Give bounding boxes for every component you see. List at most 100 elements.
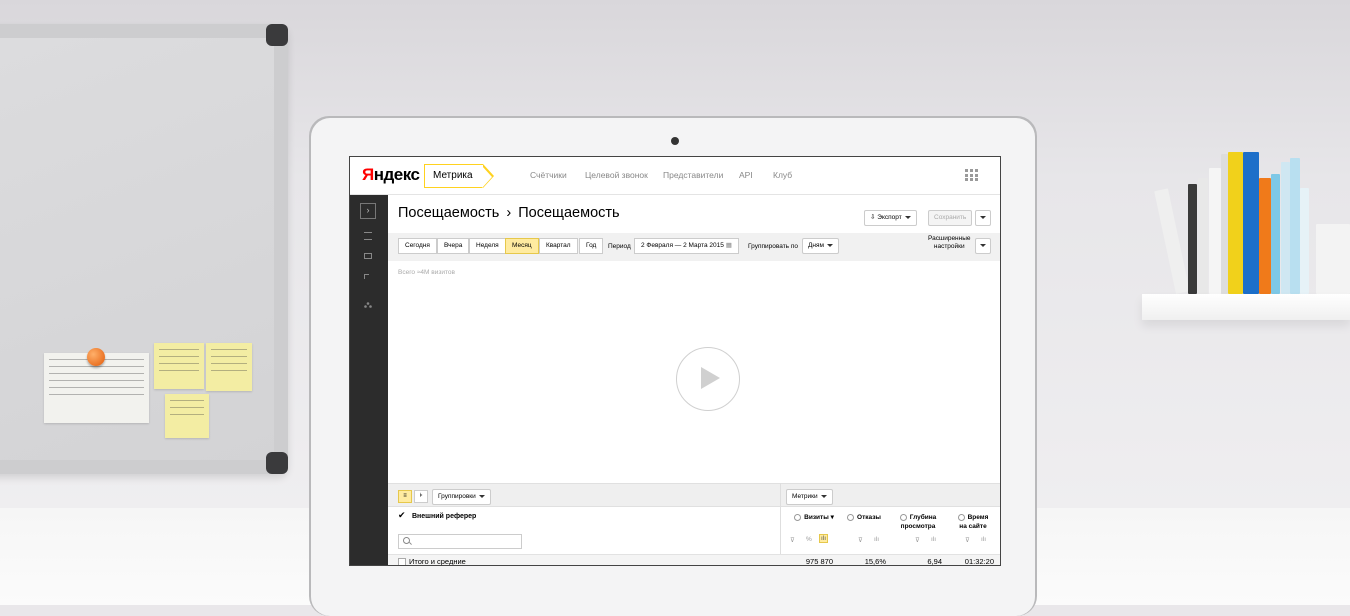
book <box>1198 178 1208 294</box>
magnet <box>87 348 105 366</box>
total-bounces: 15,6% <box>864 557 886 566</box>
yandex-logo[interactable]: Яндекс <box>362 165 420 185</box>
column-visits[interactable]: Визиты ▾ <box>790 513 838 522</box>
column-bounces-label: Отказы <box>857 514 881 521</box>
filter-bar: Сегодня Вчера Неделя Месяц Квартал Год П… <box>388 233 1000 261</box>
column-time[interactable]: Время на сайте <box>950 513 996 531</box>
chart-area: Всего ≈4М визитов <box>388 261 1000 483</box>
group-by-value: Дням <box>808 242 824 249</box>
save-menu-button[interactable] <box>975 210 991 226</box>
column-time-label-1: Время <box>967 514 989 521</box>
period-month[interactable]: Месяц <box>505 238 539 254</box>
total-row-label: Итого и средние <box>409 557 466 566</box>
advanced-settings-line1: Расширенные <box>928 235 971 242</box>
book <box>1300 188 1309 294</box>
filter-icon[interactable]: ⊽ <box>858 536 863 544</box>
people-icon[interactable] <box>364 295 372 308</box>
book <box>1243 152 1259 294</box>
export-button[interactable]: ⇩ Экспорт <box>864 210 917 226</box>
search-icon <box>403 537 410 544</box>
book <box>1281 162 1290 294</box>
book <box>1188 184 1197 294</box>
laptop-screen: Яндекс Метрика Счётчики Целевой звонок П… <box>349 156 1001 566</box>
group-by-select[interactable]: Дням <box>802 238 839 254</box>
filter-icon[interactable]: ⊽ <box>790 536 795 544</box>
play-icon[interactable] <box>676 347 740 411</box>
nav-representatives[interactable]: Представители <box>663 170 723 180</box>
advanced-settings-toggle[interactable] <box>975 238 991 254</box>
sort-desc-icon: ▾ <box>830 514 834 521</box>
period-label: Период <box>608 243 631 250</box>
metrics-button[interactable]: Метрики <box>786 489 833 505</box>
date-range-picker[interactable]: 2 Февраля — 2 Марта 2015 ▦ <box>634 238 739 254</box>
book <box>1290 158 1300 294</box>
row-checkbox[interactable] <box>398 558 406 565</box>
info-icon <box>899 513 907 521</box>
nav-club[interactable]: Клуб <box>773 170 792 180</box>
total-visits: 975 870 <box>805 557 833 566</box>
save-button[interactable]: Сохранить <box>928 210 973 226</box>
percent-icon[interactable]: % <box>806 536 812 543</box>
nav-api[interactable]: API <box>739 170 753 180</box>
bars-icon[interactable]: ılı <box>981 536 986 543</box>
report-main: Посещаемость › Посещаемость ⇩ Экспорт Со… <box>388 195 1000 566</box>
sticky-note <box>206 343 252 391</box>
advanced-settings-label[interactable]: Расширенные настройки <box>928 235 971 251</box>
total-time: 01:32:20 <box>964 557 994 566</box>
period-week[interactable]: Неделя <box>469 238 506 254</box>
dimension-title: Внешний реферер <box>412 513 477 520</box>
logo-text: ндекс <box>373 165 420 184</box>
groupings-button[interactable]: Группировки <box>432 489 491 505</box>
table-toolbar: ≡ ⊧ Группировки Метрики <box>388 483 1000 507</box>
breadcrumb-separator: › <box>506 205 512 221</box>
date-range-value: 2 Февраля — 2 Марта 2015 <box>641 242 724 249</box>
product-label[interactable]: Метрика <box>424 164 494 188</box>
period-yesterday[interactable]: Вчера <box>437 238 470 254</box>
column-bounces[interactable]: Отказы <box>842 513 886 522</box>
groupings-label: Группировки <box>438 493 476 500</box>
top-bar: Яндекс Метрика Счётчики Целевой звонок П… <box>350 157 1000 195</box>
total-depth: 6,94 <box>927 557 942 566</box>
laptop: Яндекс Метрика Счётчики Целевой звонок П… <box>309 116 1037 616</box>
sidebar: › <box>350 195 388 565</box>
book <box>1271 174 1280 294</box>
book <box>1259 178 1271 294</box>
search-input[interactable] <box>398 534 522 549</box>
column-depth-label-2: просмотра <box>900 523 936 530</box>
period-quarter[interactable]: Квартал <box>539 238 578 254</box>
period-year[interactable]: Год <box>579 238 604 254</box>
info-icon <box>847 513 855 521</box>
mail-icon[interactable] <box>364 253 372 259</box>
column-depth[interactable]: Глубина просмотра <box>894 513 942 531</box>
filter-icon[interactable]: ⊽ <box>965 536 970 544</box>
group-by-label: Группировать по <box>748 243 799 250</box>
column-visits-label: Визиты <box>804 514 829 521</box>
info-icon <box>957 513 965 521</box>
page-title: Посещаемость <box>518 205 620 221</box>
apps-grid-icon[interactable] <box>965 169 978 181</box>
advanced-settings-line2: настройки <box>933 243 965 250</box>
list-view-icon[interactable]: ≡ <box>398 490 412 503</box>
column-time-label-2: на сайте <box>959 523 987 530</box>
export-label: Экспорт <box>877 214 902 221</box>
bars-icon[interactable]: ılı <box>819 534 829 543</box>
checkbox-checked-icon[interactable]: ✔ <box>398 511 407 520</box>
chevron-down-icon <box>904 215 911 219</box>
chart-total-label: Всего ≈4М визитов <box>398 269 455 276</box>
sidebar-expand-icon[interactable]: › <box>360 203 376 219</box>
nav-counters[interactable]: Счётчики <box>530 170 567 180</box>
filter-icon[interactable]: ⊽ <box>915 536 920 544</box>
period-today[interactable]: Сегодня <box>398 238 437 254</box>
flag-icon[interactable] <box>364 274 369 279</box>
webcam <box>671 137 679 145</box>
bars-icon[interactable]: ılı <box>931 536 936 543</box>
tree-view-icon[interactable]: ⊧ <box>414 490 428 503</box>
breadcrumb-section[interactable]: Посещаемость <box>398 205 499 221</box>
chevron-down-icon <box>820 494 827 498</box>
whiteboard-corner <box>266 452 288 474</box>
nav-target-call[interactable]: Целевой звонок <box>585 170 648 180</box>
laptop-bezel: Яндекс Метрика Счётчики Целевой звонок П… <box>311 118 1035 616</box>
menu-icon[interactable] <box>364 232 372 240</box>
bars-icon[interactable]: ılı <box>874 536 879 543</box>
book-stack <box>1316 224 1350 294</box>
